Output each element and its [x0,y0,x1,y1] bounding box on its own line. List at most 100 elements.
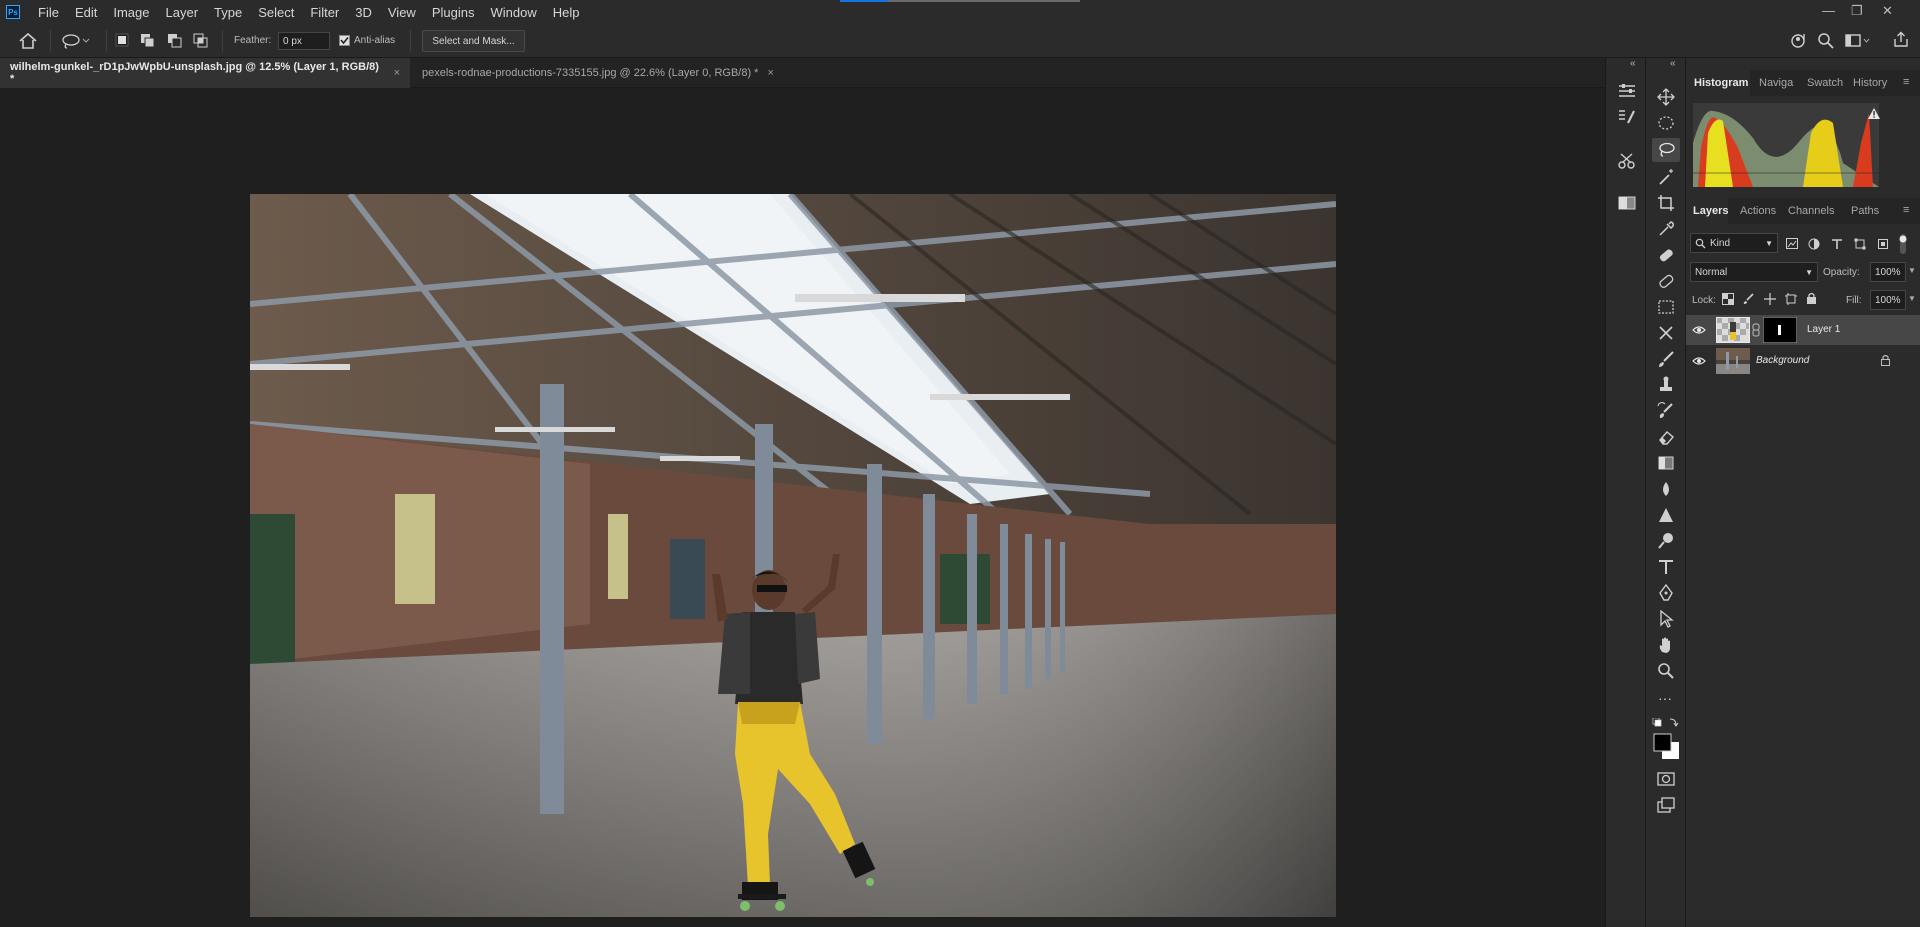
fill-input[interactable]: 100% [1870,290,1906,310]
lock-icon[interactable] [1880,354,1891,367]
close-window-button[interactable]: ✕ [1882,3,1893,19]
background-thumbnail[interactable] [1716,348,1750,374]
screen-mode-icon[interactable] [1657,796,1675,814]
minimize-button[interactable]: — [1822,3,1835,18]
adjustments-panel-icon[interactable] [1617,108,1637,126]
eye-visibility-icon[interactable] [1692,325,1706,335]
layer-row-background[interactable]: Background [1686,346,1920,376]
menu-help[interactable]: Help [545,5,588,20]
layer-thumbnail[interactable] [1716,317,1750,343]
photoshop-logo-icon[interactable]: Ps [6,5,20,19]
eyedropper-icon[interactable] [1657,220,1675,238]
select-and-mask-button[interactable]: Select and Mask... [422,30,525,52]
lasso-tool-preset-icon[interactable] [61,33,91,49]
panel-menu-icon[interactable]: ≡ [1903,204,1909,216]
add-to-selection-icon[interactable] [140,33,156,49]
opacity-input[interactable]: 100% [1870,262,1906,282]
lock-artboard-icon[interactable] [1785,293,1797,305]
share-profile-icon[interactable] [1790,32,1808,50]
sharpen-tool-icon[interactable] [1657,506,1675,524]
tab-channels[interactable]: Channels [1788,205,1834,217]
content-aware-move-icon[interactable] [1657,324,1675,342]
menu-type[interactable]: Type [206,5,250,20]
tab-layers[interactable]: Layers [1693,205,1728,217]
menu-layer[interactable]: Layer [158,5,207,20]
tab-histogram[interactable]: Histogram [1694,77,1748,89]
share-icon[interactable] [1892,31,1910,49]
spot-healing-brush-icon[interactable] [1657,246,1675,264]
tab-swatches[interactable]: Swatch [1807,77,1843,89]
menu-plugins[interactable]: Plugins [424,5,483,20]
document-canvas-image[interactable] [250,194,1336,917]
mask-link-icon[interactable] [1752,323,1760,337]
menu-view[interactable]: View [380,5,424,20]
quick-mask-icon[interactable] [1657,770,1675,788]
menu-file[interactable]: File [30,5,67,20]
eraser-tool-icon[interactable] [1657,428,1675,446]
healing-brush-icon[interactable] [1657,272,1675,290]
tab-navigator[interactable]: Naviga [1759,77,1793,89]
filter-pixel-icon[interactable] [1786,238,1798,249]
menu-filter[interactable]: Filter [302,5,347,20]
workspace-switcher-icon[interactable] [1845,32,1871,50]
gradient-panel-icon[interactable] [1617,194,1637,212]
layer-row-layer-1[interactable]: Layer 1 [1686,315,1920,345]
subtract-from-selection-icon[interactable] [167,33,183,49]
panel-menu-icon[interactable]: ≡ [1903,76,1909,88]
eye-visibility-icon[interactable] [1692,356,1706,366]
type-tool-icon[interactable] [1657,558,1675,576]
blend-mode-select[interactable]: Normal ▼ [1690,262,1818,282]
antialias-checkbox[interactable] [339,35,350,46]
layer-mask-thumbnail[interactable] [1763,317,1797,343]
opacity-chevron-icon[interactable]: ▼ [1908,266,1916,275]
color-swatches[interactable] [1652,718,1682,762]
properties-panel-icon[interactable] [1617,82,1637,100]
lasso-tool-icon[interactable] [1657,141,1675,159]
lock-transparent-pixels-icon[interactable] [1722,293,1734,305]
new-selection-icon[interactable] [115,33,129,47]
gradient-tool-icon[interactable] [1657,454,1675,472]
tab-document-2[interactable]: pexels-rodnae-productions-7335155.jpg @ … [412,58,802,88]
search-icon[interactable] [1817,32,1835,50]
tab-paths[interactable]: Paths [1851,205,1879,217]
lock-all-icon[interactable] [1806,292,1817,305]
close-tab-icon[interactable]: × [394,67,400,79]
more-tools-icon[interactable]: ··· [1658,690,1672,706]
blur-tool-icon[interactable] [1657,480,1675,498]
feather-input[interactable]: 0 px [278,32,330,50]
scissors-panel-icon[interactable] [1617,152,1637,170]
fill-chevron-icon[interactable]: ▼ [1908,294,1916,303]
zoom-tool-icon[interactable] [1657,662,1675,680]
pen-tool-icon[interactable] [1657,584,1675,602]
brush-tool-icon[interactable] [1657,350,1675,368]
menu-3d[interactable]: 3D [347,5,380,20]
close-tab-icon[interactable]: × [767,67,773,79]
layer-name[interactable]: Layer 1 [1807,324,1840,335]
patch-tool-icon[interactable] [1657,298,1675,316]
lock-position-icon[interactable] [1764,293,1776,305]
filter-toggle-icon[interactable] [1897,234,1909,254]
intersect-selection-icon[interactable] [193,33,209,49]
layer-filter-kind-select[interactable]: Kind ▼ [1690,233,1778,253]
tab-actions[interactable]: Actions [1740,205,1776,217]
clone-stamp-icon[interactable] [1657,376,1675,394]
home-icon[interactable] [18,32,38,50]
menu-select[interactable]: Select [250,5,302,20]
restore-button[interactable]: ❐ [1851,3,1863,19]
move-tool-icon[interactable] [1657,88,1675,106]
dodge-tool-icon[interactable] [1657,532,1675,550]
menu-edit[interactable]: Edit [67,5,105,20]
history-brush-icon[interactable] [1657,402,1675,420]
crop-tool-icon[interactable] [1657,194,1675,212]
layer-name[interactable]: Background [1756,355,1809,366]
filter-type-icon[interactable] [1831,238,1843,250]
tab-document-1[interactable]: wilhelm-gunkel-_rD1pJwWpbU-unsplash.jpg … [0,58,410,88]
collapse-arrows-icon[interactable]: « [1630,58,1636,69]
lock-image-pixels-icon[interactable] [1743,293,1755,305]
histogram-warning-icon[interactable] [1867,107,1881,120]
filter-adjustment-icon[interactable] [1808,238,1820,250]
tab-history[interactable]: History [1853,77,1887,89]
magic-wand-icon[interactable] [1657,168,1675,186]
filter-smart-object-icon[interactable] [1877,238,1889,250]
elliptical-marquee-icon[interactable] [1657,114,1675,132]
